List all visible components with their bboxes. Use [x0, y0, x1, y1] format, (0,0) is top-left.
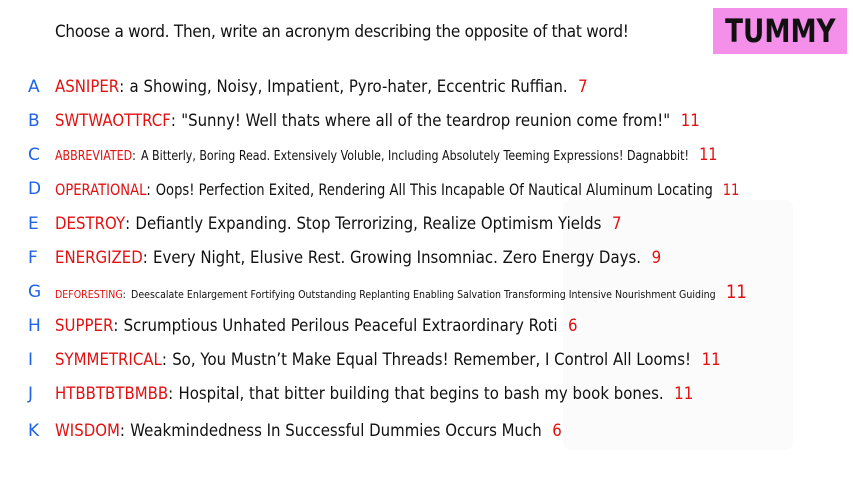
entry-line: DEFORESTING: Deescalate Enlargement Fort… — [55, 281, 747, 303]
letter-count: 11 — [699, 145, 718, 165]
definition: Oops! Perfection Exited, Rendering All T… — [155, 179, 713, 199]
letter-count: 11 — [680, 111, 700, 131]
option-letter: I — [28, 350, 34, 370]
letter-count: 6 — [552, 421, 562, 441]
acronym: SUPPER — [55, 316, 114, 336]
colon: : — [119, 77, 125, 97]
acronym: SWTWAOTTRCF — [55, 111, 171, 131]
definition: Deescalate Enlargement Fortifying Outsta… — [131, 288, 716, 301]
definition: So, You Mustn’t Make Equal Threads! Reme… — [172, 350, 692, 370]
entry-line: ABBREVIATED: A Bitterly, Boring Read. Ex… — [55, 145, 717, 165]
acronym: ABBREVIATED — [55, 149, 133, 164]
definition: Every Night, Elusive Rest. Growing Insom… — [153, 248, 642, 268]
definition: Hospital, that bitter building that begi… — [178, 384, 664, 404]
option-letter: H — [28, 316, 41, 336]
entry-line: ASNIPER: a Showing, Noisy, Impatient, Py… — [55, 77, 588, 97]
letter-count: 9 — [651, 248, 662, 268]
entry-line: HTBBTBTBMBB: Hospital, that bitter build… — [55, 384, 693, 404]
colon: : — [170, 111, 176, 131]
colon: : — [168, 384, 174, 404]
option-letter: E — [28, 214, 39, 234]
entry-line: ENERGIZED: Every Night, Elusive Rest. Gr… — [55, 248, 661, 268]
definition: Scrumptious Unhated Perilous Peaceful Ex… — [123, 316, 558, 336]
option-letter: D — [28, 179, 42, 199]
letter-count: 11 — [722, 179, 740, 199]
definition: A Bitterly, Boring Read. Extensively Vol… — [140, 149, 689, 164]
letter-count: 7 — [612, 214, 622, 234]
colon: : — [122, 288, 126, 301]
entry-line: WISDOM: Weakmindedness In Successful Dum… — [55, 421, 562, 441]
letter-count: 11 — [674, 384, 694, 404]
acronym: DESTROY — [55, 214, 126, 234]
colon: : — [132, 149, 136, 164]
colon: : — [146, 179, 151, 199]
colon: : — [125, 214, 131, 234]
colon: : — [142, 248, 148, 268]
entry-line: SWTWAOTTRCF: "Sunny! Well thats where al… — [55, 111, 700, 131]
letter-count: 11 — [701, 350, 721, 370]
acronym: ASNIPER — [55, 77, 120, 97]
option-letter: F — [28, 248, 38, 268]
acronym-list: A ASNIPER: a Showing, Noisy, Impatient, … — [0, 0, 853, 480]
definition: Weakmindedness In Successful Dummies Occ… — [130, 421, 542, 441]
acronym: WISDOM — [55, 421, 120, 441]
colon: : — [119, 421, 125, 441]
option-letter: A — [28, 77, 40, 97]
entry-line: DESTROY: Defiantly Expanding. Stop Terro… — [55, 214, 622, 234]
definition: "Sunny! Well thats where all of the tear… — [181, 111, 671, 131]
acronym: OPERATIONAL — [55, 179, 147, 199]
definition: Defiantly Expanding. Stop Terrorizing, R… — [135, 214, 602, 234]
colon: : — [161, 350, 167, 370]
acronym: HTBBTBTBMBB — [55, 384, 169, 404]
acronym: SYMMETRICAL — [55, 350, 162, 370]
option-letter: C — [28, 145, 40, 165]
letter-count: 6 — [568, 316, 578, 336]
colon: : — [113, 316, 119, 336]
letter-count: 7 — [578, 77, 588, 97]
entry-line: SYMMETRICAL: So, You Mustn’t Make Equal … — [55, 350, 721, 370]
entry-line: SUPPER: Scrumptious Unhated Perilous Pea… — [55, 316, 578, 336]
definition: a Showing, Noisy, Impatient, Pyro-hater,… — [129, 77, 568, 97]
entry-line: OPERATIONAL: Oops! Perfection Exited, Re… — [55, 180, 739, 199]
acronym: ENERGIZED — [55, 248, 143, 268]
option-letter: J — [28, 384, 34, 404]
acronym: DEFORESTING — [55, 288, 123, 301]
option-letter: G — [28, 282, 42, 302]
option-letter: B — [28, 111, 40, 131]
letter-count: 11 — [725, 281, 747, 303]
option-letter: K — [28, 421, 40, 441]
